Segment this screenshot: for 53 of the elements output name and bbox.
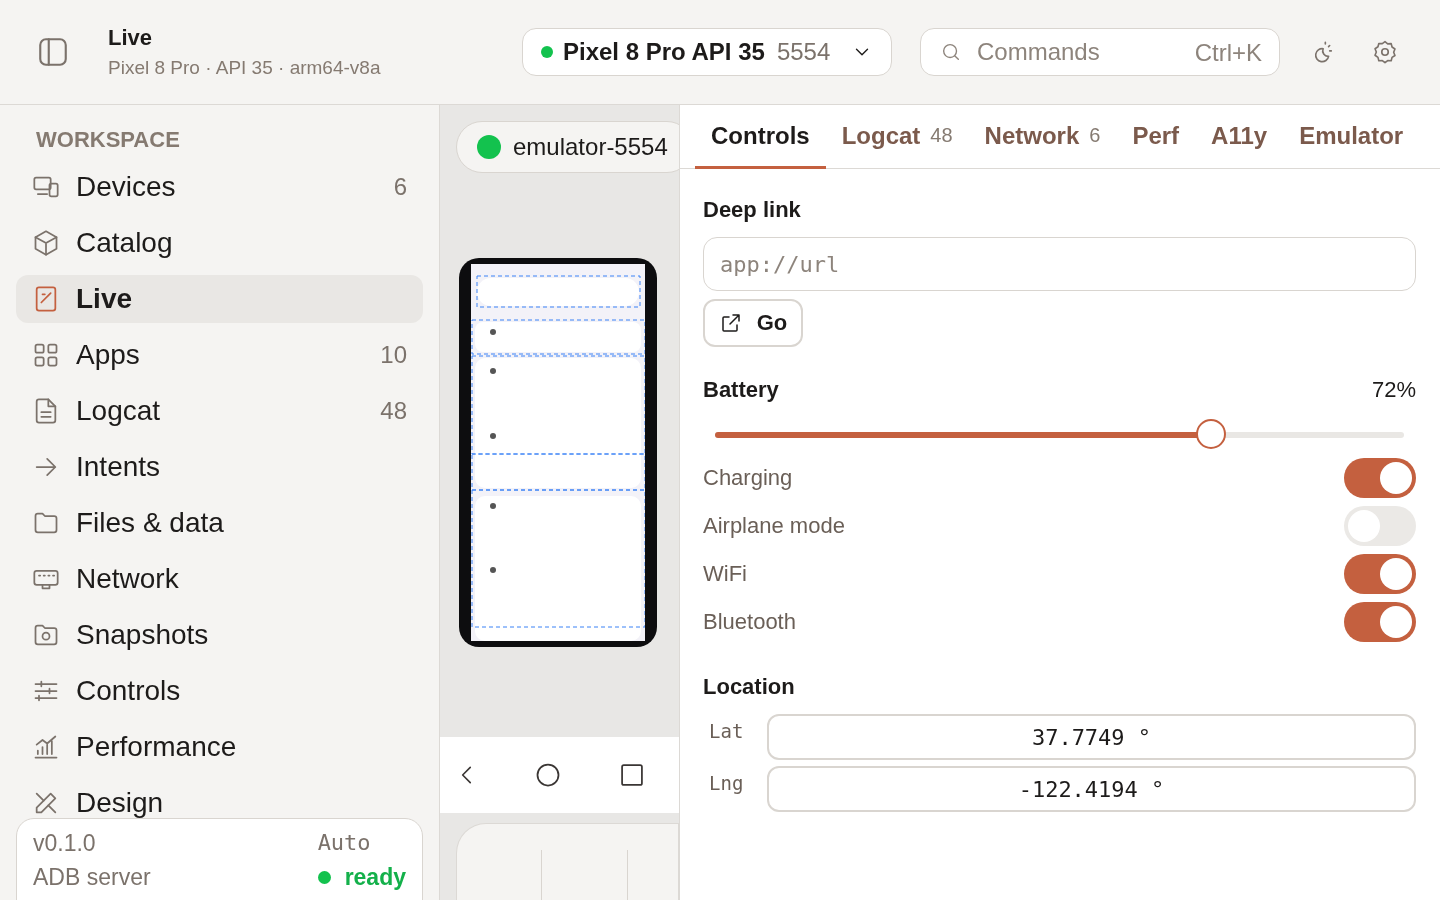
mode-label: Auto	[317, 829, 372, 857]
sidebar-item[interactable]: Performance	[16, 723, 423, 771]
section-heading: Location	[703, 674, 796, 700]
coordinate-field[interactable]: -122.4194 °	[767, 766, 1416, 812]
box-icon	[32, 229, 60, 257]
tab[interactable]: Perf	[1116, 105, 1196, 169]
toggle-switch[interactable]	[1344, 602, 1416, 642]
toggle-label: WiFi	[703, 561, 747, 587]
tab[interactable]: A11y	[1195, 105, 1284, 169]
page-title: Live	[108, 25, 154, 51]
sidebar-item[interactable]: Network	[16, 555, 423, 603]
chart-icon	[32, 733, 60, 761]
tab[interactable]: Logcat 48	[825, 105, 969, 169]
tab[interactable]: Controls	[695, 105, 826, 169]
field-heading: Battery	[703, 377, 779, 403]
device-chip[interactable]: emulator-5554	[456, 121, 679, 173]
settings-icon	[1372, 39, 1398, 65]
battery-reading: 72%	[1371, 377, 1416, 403]
sidebar-item[interactable]: Files & data	[16, 499, 423, 547]
sidebar-item[interactable]: Catalog	[16, 219, 423, 267]
slider-thumb[interactable]	[1196, 419, 1227, 449]
sidebar-item[interactable]: Intents	[16, 443, 423, 491]
search-icon	[940, 41, 962, 63]
toggle-switch[interactable]	[1344, 506, 1416, 546]
go-button[interactable]: Go	[703, 299, 803, 347]
sidebar-item[interactable]: Snapshots	[16, 611, 423, 659]
device-picker[interactable]: Pixel 8 Pro API 35 5554	[522, 28, 892, 76]
sidebar-item[interactable]: Apps 10	[16, 331, 423, 379]
toggle-label: Bluetooth	[703, 609, 796, 635]
shortcut-hint: Ctrl+K	[1194, 39, 1262, 67]
sidebar-item[interactable]: Devices 6	[16, 163, 423, 211]
section-heading: WORKSPACE	[36, 127, 181, 153]
sidebar-item[interactable]: Controls	[16, 667, 423, 715]
deep-link-field[interactable]: app://url	[703, 237, 1416, 291]
toggle-switch[interactable]	[1344, 554, 1416, 594]
server-label: ADB server	[33, 863, 152, 891]
toggle-switch[interactable]	[1344, 458, 1416, 498]
sidebar-item[interactable]: Live	[16, 275, 423, 323]
coordinate-field[interactable]: 37.7749 °	[767, 714, 1416, 760]
toggle-label: Charging	[703, 465, 793, 491]
tab[interactable]: Emulator	[1283, 105, 1420, 169]
sidebar-item[interactable]: Logcat 48	[16, 387, 423, 435]
version-label: v0.1.0	[33, 829, 97, 857]
grid-icon	[32, 341, 60, 369]
sidebar-toggle-icon	[36, 35, 70, 69]
tab[interactable]: Network 6	[968, 105, 1117, 169]
server-status: ready	[344, 863, 406, 891]
toggle-label: Airplane mode	[703, 513, 845, 539]
field-label: Lat	[708, 719, 745, 742]
field-heading: Deep link	[703, 197, 802, 223]
field-label: Lng	[708, 771, 745, 794]
device-subtitle: Pixel 8 Pro · API 35 · arm64-v8a	[108, 57, 382, 79]
sidebar-item[interactable]: Design	[16, 779, 423, 818]
